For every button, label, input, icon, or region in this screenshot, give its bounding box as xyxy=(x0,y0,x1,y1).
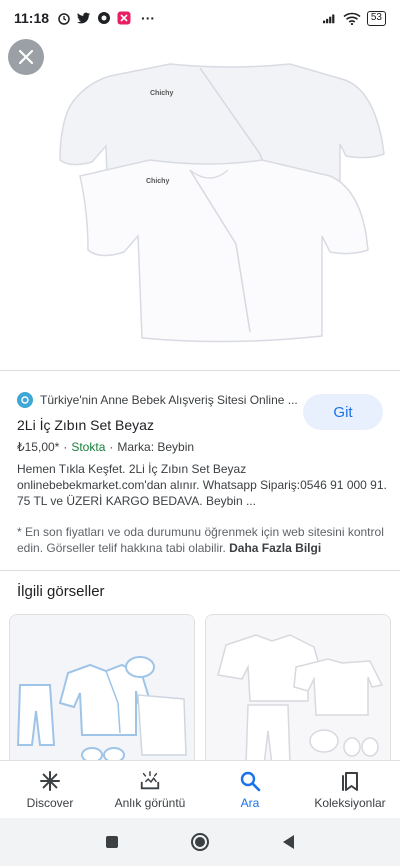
nav-label: Anlık görüntü xyxy=(114,795,186,810)
related-image-2-illustration xyxy=(206,615,390,763)
separator: · xyxy=(63,440,68,454)
search-icon xyxy=(239,770,261,792)
more-info-link[interactable]: Daha Fazla Bilgi xyxy=(229,541,321,555)
nav-discover[interactable]: Discover xyxy=(0,761,100,818)
result-description: Hemen Tıkla Keşfet. 2Li İç Zıbın Set Bey… xyxy=(17,462,387,508)
status-bar: 11:18 ··· 53 xyxy=(0,0,400,36)
chrome-icon xyxy=(97,11,111,25)
alarm-icon xyxy=(57,11,71,25)
status-more: ··· xyxy=(141,10,156,26)
divider xyxy=(0,370,400,371)
source-site-name[interactable]: Türkiye'nin Anne Bebek Alışveriş Sitesi … xyxy=(40,393,305,407)
divider xyxy=(0,570,400,571)
related-image-1[interactable] xyxy=(9,614,195,764)
price: ₺15,00* xyxy=(17,440,60,454)
nav-label: Ara xyxy=(240,795,260,810)
system-navigation-bar xyxy=(0,818,400,866)
close-button[interactable] xyxy=(8,39,44,75)
site-favicon-icon xyxy=(17,392,33,408)
result-title[interactable]: 2Li İç Zıbın Set Beyaz xyxy=(17,417,154,433)
snapshot-icon xyxy=(139,770,161,792)
battery-icon: 53 xyxy=(366,10,386,26)
product-image[interactable]: Chichy Chichy xyxy=(0,36,400,370)
related-images-heading: İlgili görseller xyxy=(17,583,105,600)
separator: · xyxy=(109,440,114,454)
product-illustration xyxy=(59,63,385,343)
result-meta: ₺15,00* · Stokta · Marka: Beybin xyxy=(17,440,194,454)
home-icon[interactable] xyxy=(190,832,210,852)
nav-snapshot[interactable]: Anlık görüntü xyxy=(100,761,200,818)
nav-label: Discover xyxy=(26,795,74,810)
signal-icon xyxy=(322,11,337,25)
stock-status: Stokta xyxy=(71,440,106,454)
brand: Marka: Beybin xyxy=(117,440,195,454)
nav-label: Koleksiyonlar xyxy=(314,795,386,810)
nav-collections[interactable]: Koleksiyonlar xyxy=(300,761,400,818)
wifi-icon xyxy=(343,11,361,25)
close-icon xyxy=(18,49,34,65)
back-icon[interactable] xyxy=(281,834,295,850)
related-image-2[interactable] xyxy=(205,614,391,764)
recents-icon[interactable] xyxy=(105,835,119,849)
brand-logo-back: Chichy xyxy=(150,90,174,97)
status-time: 11:18 xyxy=(14,10,50,26)
collections-icon xyxy=(339,770,361,792)
nav-search[interactable]: Ara xyxy=(200,761,300,818)
bottom-navigation: Discover Anlık görüntü Ara Koleksiyonlar xyxy=(0,760,400,818)
disclaimer-text: * En son fiyatları ve oda durumunu öğren… xyxy=(17,525,384,555)
disclaimer: * En son fiyatları ve oda durumunu öğren… xyxy=(17,524,389,556)
brand-logo-front: Chichy xyxy=(146,178,170,185)
related-image-1-illustration xyxy=(10,615,194,763)
discover-icon xyxy=(39,770,61,792)
twitter-icon xyxy=(77,11,91,25)
visit-button[interactable]: Git xyxy=(303,394,383,430)
app-x-icon xyxy=(117,11,131,25)
